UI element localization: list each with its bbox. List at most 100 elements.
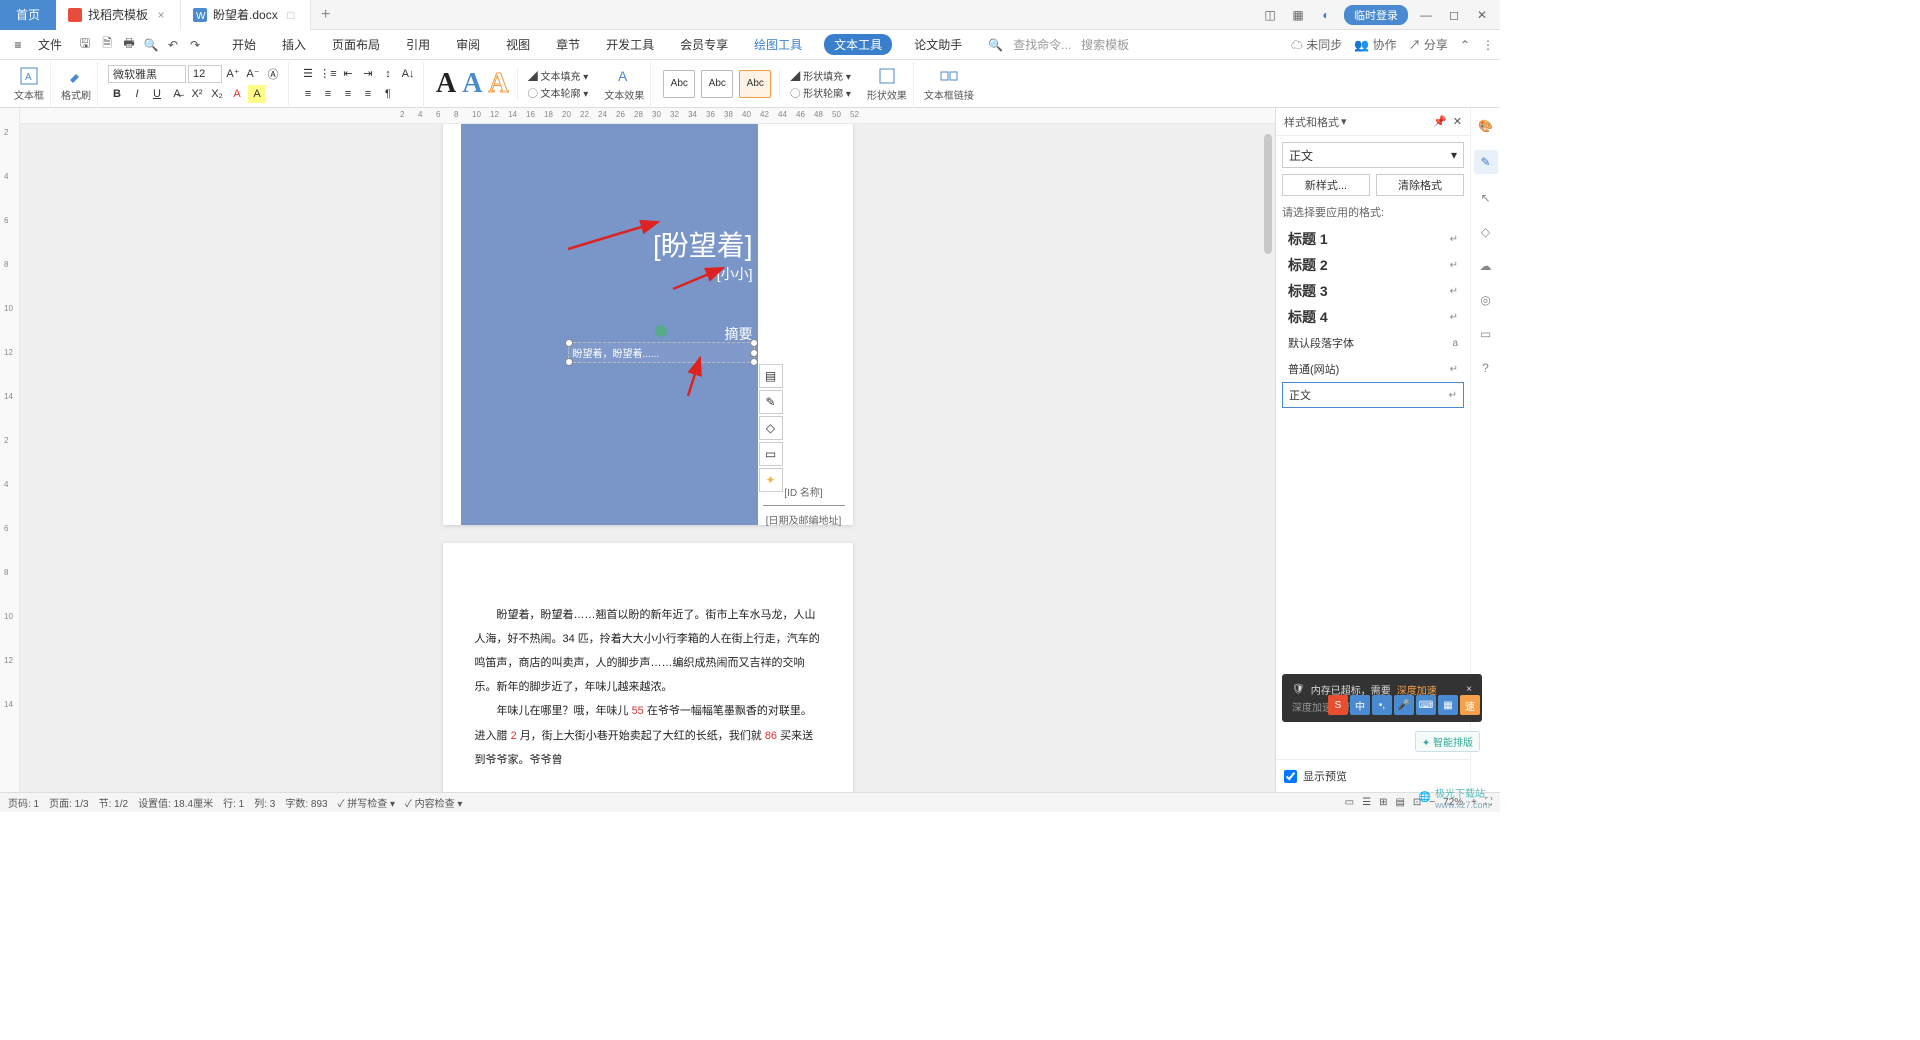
strike-button[interactable]: A̶ [168,85,186,103]
pin-icon[interactable]: 📌 [1433,115,1447,128]
view-outline-icon[interactable]: ☰ [1362,797,1371,808]
ime-cn-icon[interactable]: 中 [1350,695,1370,715]
bold-button[interactable]: B [108,85,126,103]
user-icon[interactable]: ◐ [1316,5,1336,25]
tab-menu-icon[interactable]: □ [284,8,298,22]
status-contentcheck[interactable]: ✓ 内容检查 ▾ [405,795,462,810]
list-bullet-icon[interactable]: ☰ [299,65,317,83]
ime-grid-icon[interactable]: ▦ [1438,695,1458,715]
font-name-select[interactable]: 微软雅黑 [108,65,186,83]
search-template[interactable]: 搜索模板 [1081,36,1129,53]
layout-icon[interactable]: ◫ [1260,5,1280,25]
style-normal-web[interactable]: 普通(网站)↵ [1282,356,1464,382]
linespace-icon[interactable]: ↕ [379,65,397,83]
resize-handle-se[interactable] [750,358,758,366]
ime-speed-icon[interactable]: 速 [1460,695,1480,715]
ribbon-shape-effect[interactable]: 形状效果 [861,62,914,106]
scrollbar-thumb[interactable] [1264,134,1272,254]
edit-icon[interactable]: ✎ [759,390,783,414]
align-justify-icon[interactable]: ≡ [359,85,377,103]
shape-outline-button[interactable]: ◯ 形状轮廓 ▾ [790,85,851,100]
text-direction-icon[interactable]: ¶ [379,85,397,103]
ribbon-text-effect[interactable]: A文本效果 [598,62,651,106]
clear-format-button[interactable]: 清除格式 [1376,174,1464,196]
tab-close-icon[interactable]: × [154,8,168,22]
selected-textbox[interactable]: 盼望着，盼望着...... [568,342,755,363]
align-left-icon[interactable]: ≡ [299,85,317,103]
search-cmd[interactable]: 查找命令... [1013,36,1071,53]
ribbon-brush[interactable]: 格式刷 [55,62,98,106]
redo-icon[interactable]: ↷ [186,36,204,54]
status-line[interactable]: 行: 1 [223,795,244,810]
shape-style-3[interactable]: Abc [739,70,771,98]
text-outline-button[interactable]: ◯ 文本轮廓 ▾ [528,85,589,100]
status-spellcheck[interactable]: ✓ 拼写检查 ▾ [338,795,395,810]
chevron-up-icon[interactable]: ⌃ [1460,38,1470,52]
menu-file[interactable]: 文件 [32,36,68,53]
menu-dev[interactable]: 开发工具 [602,34,658,55]
ime-punct-icon[interactable]: •, [1372,695,1392,715]
align-right-icon[interactable]: ≡ [339,85,357,103]
wordart-gallery[interactable]: A A A [428,68,518,100]
wordart-blue[interactable]: A [462,68,482,100]
collab-button[interactable]: 👥 协作 [1354,36,1396,53]
show-preview-checkbox[interactable] [1284,770,1297,783]
style-heading-1[interactable]: 标题 1↵ [1282,226,1464,252]
layout-options-icon[interactable]: ▤ [759,364,783,388]
menu-chapter[interactable]: 章节 [552,34,584,55]
undo-icon[interactable]: ↶ [164,36,182,54]
style-heading-3[interactable]: 标题 3↵ [1282,278,1464,304]
view-read-icon[interactable]: ▤ [1395,797,1404,808]
indent-inc-icon[interactable]: ⇥ [359,65,377,83]
subscript-button[interactable]: X₂ [208,85,226,103]
shape-fill-button[interactable]: ◢ 形状填充 ▾ [790,68,851,83]
pages-container[interactable]: [盼望着] [小小] 摘要 盼望着，盼望着...... ▤ ✎ ◇ ▭ [20,124,1275,792]
ime-mic-icon[interactable]: 🎤 [1394,695,1414,715]
paragraph-1[interactable]: 盼望着，盼望着……翘首以盼的新年近了。街市上车水马龙，人山人海，好不热闹。34 … [475,603,821,700]
menu-drawtool[interactable]: 绘图工具 [750,34,806,55]
font-size-select[interactable]: 12 [188,65,222,83]
style-default-font[interactable]: 默认段落字体a [1282,330,1464,356]
vertical-scrollbar[interactable] [1261,124,1275,792]
menu-start[interactable]: 开始 [228,34,260,55]
vbar-styles-icon[interactable]: ✎ [1474,150,1498,174]
shape-style-2[interactable]: Abc [701,70,733,98]
style-heading-2[interactable]: 标题 2↵ [1282,252,1464,278]
cover-subtitle[interactable]: [小小] [717,264,753,284]
tab-template[interactable]: 找稻壳模板 × [56,0,181,30]
vbar-shape-icon[interactable]: ◇ [1476,222,1496,242]
vbar-book-icon[interactable]: ▭ [1476,324,1496,344]
id-placeholder[interactable]: [ID 名称] [日期及邮编地址] [763,484,845,527]
tab-home[interactable]: 首页 [0,0,56,30]
menu-insert[interactable]: 插入 [278,34,310,55]
tab-document[interactable]: W 盼望着.docx □ [181,0,311,30]
indent-dec-icon[interactable]: ⇤ [339,65,357,83]
list-number-icon[interactable]: ⋮≡ [319,65,337,83]
menu-review[interactable]: 审阅 [452,34,484,55]
fill-icon[interactable]: ◇ [759,416,783,440]
status-position[interactable]: 设置值: 18.4厘米 [138,795,213,810]
vbar-palette-icon[interactable]: 🎨 [1476,116,1496,136]
vbar-location-icon[interactable]: ◎ [1476,290,1496,310]
cover-abstract-label[interactable]: 摘要 [725,324,753,344]
vbar-cloud-icon[interactable]: ☁ [1476,256,1496,276]
hamburger-icon[interactable]: ≡ [6,38,30,52]
wordart-black[interactable]: A [436,68,456,100]
menu-texttool[interactable]: 文本工具 [824,34,892,55]
resize-handle-ne[interactable] [750,339,758,347]
grid-icon[interactable]: ▦ [1288,5,1308,25]
maximize-button[interactable]: ◻ [1444,5,1464,25]
menu-vip[interactable]: 会员专享 [676,34,732,55]
rotate-handle[interactable] [655,325,667,337]
crop-icon[interactable]: ▭ [759,442,783,466]
sort-icon[interactable]: A↓ [399,65,417,83]
wordart-orange[interactable]: A [488,68,508,100]
tab-add-button[interactable]: + [311,6,341,24]
current-style-select[interactable]: 正文▾ [1282,142,1464,168]
italic-button[interactable]: I [128,85,146,103]
ribbon-textbox[interactable]: A文本框 [8,62,51,106]
vbar-help-icon[interactable]: ? [1476,358,1496,378]
new-style-button[interactable]: 新样式... [1282,174,1370,196]
resize-handle-nw[interactable] [565,339,573,347]
font-grow-icon[interactable]: A⁺ [224,65,242,83]
